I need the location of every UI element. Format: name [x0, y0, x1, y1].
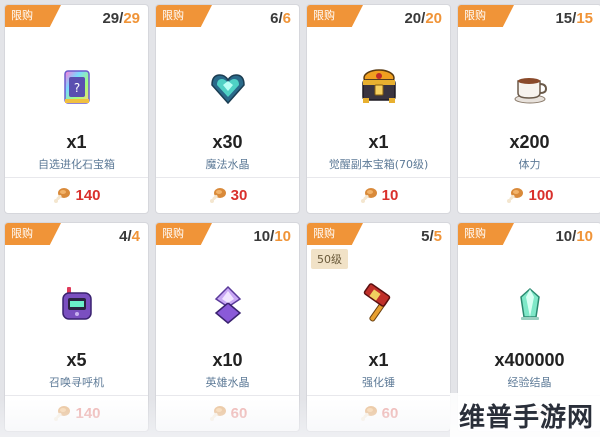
- item-quantity: x10: [212, 350, 243, 370]
- coffee-cup-stamina-icon: [508, 65, 552, 109]
- item-name: 魔法水晶: [205, 158, 250, 171]
- price-value: 30: [230, 186, 248, 204]
- shop-item-card[interactable]: 限购 29/29 ? x1 自选进化石宝箱 140: [4, 4, 149, 214]
- item-name: 英雄水晶: [205, 376, 250, 389]
- purchase-count: 15/15: [555, 10, 593, 27]
- drumstick-icon: [54, 406, 71, 421]
- price-button[interactable]: 100: [458, 181, 600, 209]
- item-name: 强化锤: [362, 376, 395, 389]
- card-divider: [156, 177, 299, 178]
- drumstick-icon: [360, 406, 377, 421]
- watermark: 维普手游网: [450, 393, 600, 437]
- awakening-dungeon-chest-icon: [357, 65, 401, 109]
- price-value: 140: [75, 186, 101, 204]
- selector-evolution-stone-chest-icon: ?: [55, 65, 99, 109]
- item-name: 经验结晶: [507, 376, 552, 389]
- summon-pager-icon: [55, 283, 99, 327]
- item-quantity: x1: [368, 132, 389, 152]
- item-quantity: x1: [368, 350, 389, 370]
- item-quantity: x30: [212, 132, 243, 152]
- drumstick-icon: [54, 188, 71, 203]
- purchase-limit-tag: 限购: [307, 223, 363, 245]
- shop-item-card[interactable]: 限购 15/15 x200 体力 100: [457, 4, 600, 214]
- shop-item-card[interactable]: 限购 6/6 x30 魔法水晶 30: [155, 4, 300, 214]
- price-button[interactable]: 140: [5, 399, 148, 427]
- item-name: 召唤寻呼机: [49, 376, 104, 389]
- purchase-count: 4/4: [119, 228, 140, 245]
- shop-item-card[interactable]: 限购 10/10 x10 英雄水晶 60: [155, 222, 300, 432]
- shop-item-card[interactable]: 限购 5/5 50级 x1 强化锤 60: [306, 222, 451, 432]
- purchase-count: 20/20: [404, 10, 442, 27]
- price-button[interactable]: 140: [5, 181, 148, 209]
- purchase-count: 5/5: [421, 228, 442, 245]
- level-requirement-badge: 50级: [311, 249, 348, 269]
- watermark-text: 维普手游网: [458, 403, 594, 433]
- hero-crystal-icon: [206, 283, 250, 327]
- price-value: 100: [528, 186, 554, 204]
- item-quantity: x5: [66, 350, 87, 370]
- item-quantity: x400000: [494, 350, 565, 370]
- price-value: 10: [381, 186, 399, 204]
- price-button[interactable]: 60: [307, 399, 450, 427]
- price-value: 140: [75, 404, 101, 422]
- purchase-count: 6/6: [270, 10, 291, 27]
- card-divider: [307, 177, 450, 178]
- card-divider: [458, 177, 600, 178]
- drumstick-icon: [209, 406, 226, 421]
- price-button[interactable]: 10: [307, 181, 450, 209]
- purchase-limit-tag: 限购: [5, 5, 61, 27]
- purchase-limit-tag: 限购: [156, 223, 212, 245]
- purchase-count: 10/10: [555, 228, 593, 245]
- card-divider: [5, 395, 148, 396]
- item-name: 体力: [518, 158, 541, 171]
- shop-item-card[interactable]: 限购 20/20 x1 觉醒副本宝箱(70级) 10: [306, 4, 451, 214]
- purchase-limit-tag: 限购: [458, 5, 514, 27]
- drumstick-icon: [209, 188, 226, 203]
- magic-crystal-icon: [206, 65, 250, 109]
- item-name: 自选进化石宝箱: [38, 158, 115, 171]
- purchase-limit-tag: 限购: [5, 223, 61, 245]
- drumstick-icon: [507, 188, 524, 203]
- purchase-limit-tag: 限购: [307, 5, 363, 27]
- shop-item-card[interactable]: 限购 4/4 x5 召唤寻呼机 140: [4, 222, 149, 432]
- price-button[interactable]: 60: [156, 399, 299, 427]
- price-value: 60: [381, 404, 399, 422]
- card-divider: [156, 395, 299, 396]
- purchase-limit-tag: 限购: [458, 223, 514, 245]
- price-value: 60: [230, 404, 248, 422]
- item-quantity: x200: [509, 132, 550, 152]
- drumstick-icon: [360, 188, 377, 203]
- card-divider: [5, 177, 148, 178]
- purchase-count: 29/29: [102, 10, 140, 27]
- purchase-limit-tag: 限购: [156, 5, 212, 27]
- price-button[interactable]: 30: [156, 181, 299, 209]
- enhancement-hammer-icon: [357, 283, 401, 327]
- card-divider: [307, 395, 450, 396]
- svg-text:?: ?: [73, 81, 79, 95]
- item-name: 觉醒副本宝箱(70级): [328, 158, 429, 171]
- experience-crystal-icon: [508, 283, 552, 327]
- item-quantity: x1: [66, 132, 87, 152]
- purchase-count: 10/10: [253, 228, 291, 245]
- shop-grid: 限购 29/29 ? x1 自选进化石宝箱 140 限购 6/6 x30 魔法水…: [4, 4, 600, 432]
